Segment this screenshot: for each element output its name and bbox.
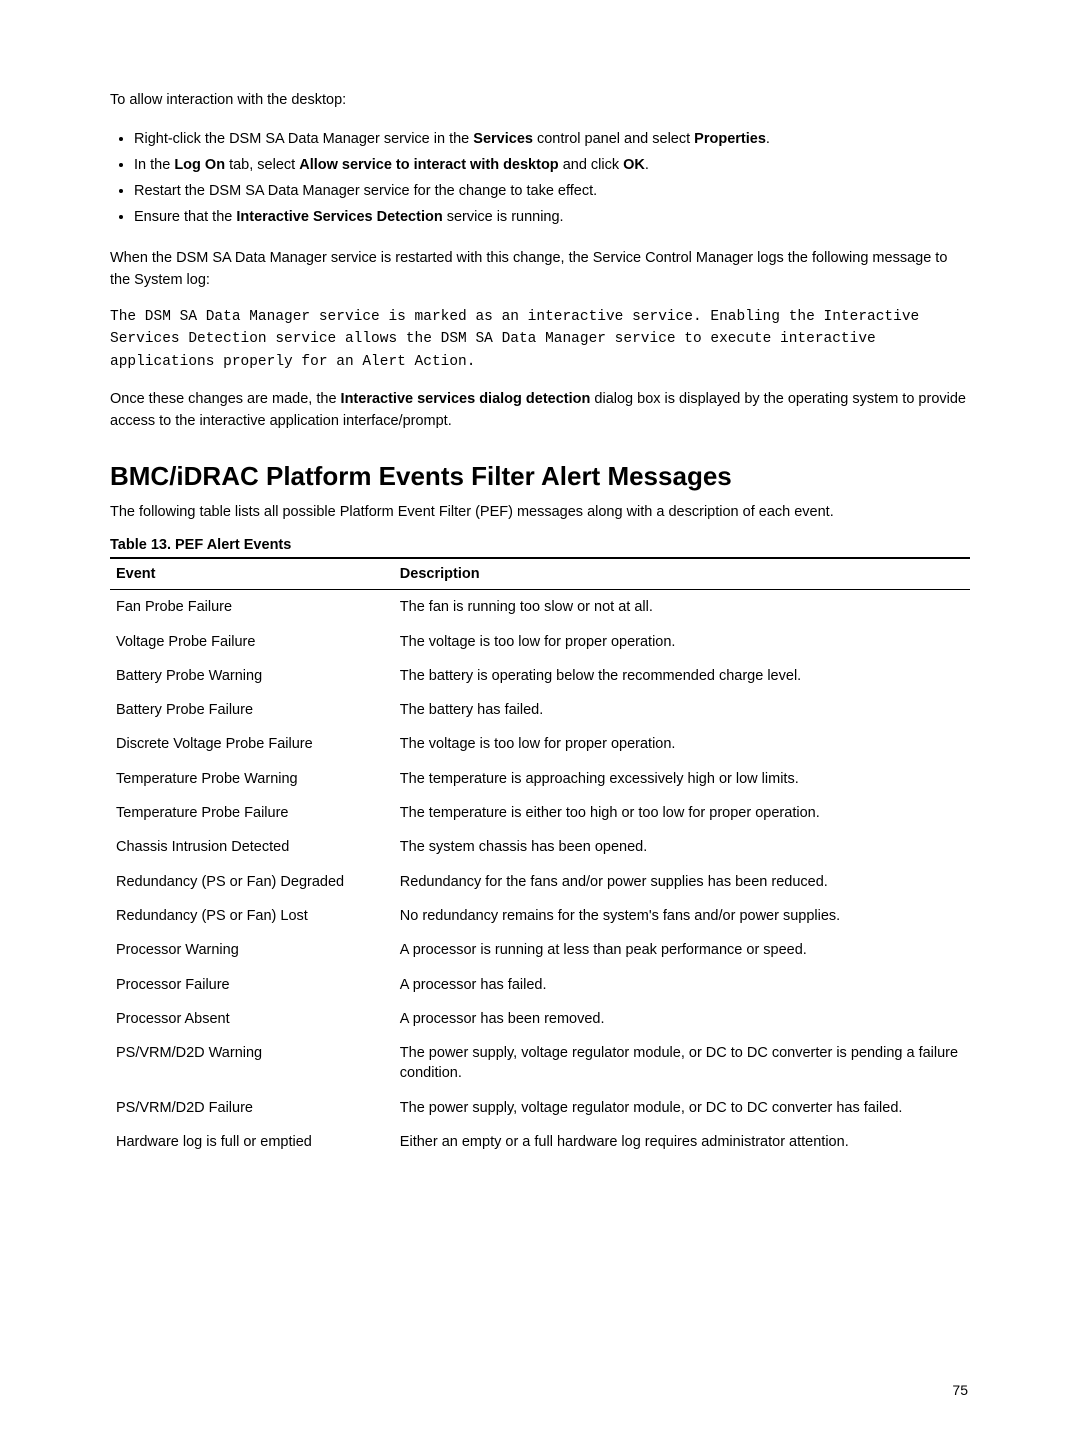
table-cell-description: The power supply, voltage regulator modu…	[394, 1091, 970, 1125]
table-row: Voltage Probe FailureThe voltage is too …	[110, 625, 970, 659]
table-cell-event: Temperature Probe Failure	[110, 796, 394, 830]
table-cell-description: The temperature is approaching excessive…	[394, 762, 970, 796]
table-header-description: Description	[394, 558, 970, 590]
table-row: Temperature Probe WarningThe temperature…	[110, 762, 970, 796]
table-cell-event: Redundancy (PS or Fan) Lost	[110, 899, 394, 933]
table-row: Discrete Voltage Probe FailureThe voltag…	[110, 727, 970, 761]
table-caption: Table 13. PEF Alert Events	[110, 537, 970, 553]
table-cell-event: PS/VRM/D2D Failure	[110, 1091, 394, 1125]
table-row: PS/VRM/D2D FailureThe power supply, volt…	[110, 1091, 970, 1125]
table-row: PS/VRM/D2D WarningThe power supply, volt…	[110, 1036, 970, 1091]
table-cell-description: No redundancy remains for the system's f…	[394, 899, 970, 933]
section-heading: BMC/iDRAC Platform Events Filter Alert M…	[110, 461, 970, 492]
table-cell-description: The system chassis has been opened.	[394, 830, 970, 864]
table-cell-description: A processor is running at less than peak…	[394, 933, 970, 967]
table-row: Hardware log is full or emptiedEither an…	[110, 1125, 970, 1159]
table-row: Processor WarningA processor is running …	[110, 933, 970, 967]
table-cell-description: The power supply, voltage regulator modu…	[394, 1036, 970, 1091]
table-cell-description: The voltage is too low for proper operat…	[394, 625, 970, 659]
table-row: Redundancy (PS or Fan) DegradedRedundanc…	[110, 865, 970, 899]
table-cell-event: Chassis Intrusion Detected	[110, 830, 394, 864]
table-cell-description: The battery has failed.	[394, 693, 970, 727]
bullet-item: In the Log On tab, select Allow service …	[134, 152, 970, 178]
code-block: The DSM SA Data Manager service is marke…	[110, 306, 970, 373]
section-intro: The following table lists all possible P…	[110, 502, 970, 524]
page: To allow interaction with the desktop: R…	[0, 0, 1080, 1434]
bullet-list: Right-click the DSM SA Data Manager serv…	[110, 126, 970, 230]
table-cell-event: Temperature Probe Warning	[110, 762, 394, 796]
table-cell-description: Redundancy for the fans and/or power sup…	[394, 865, 970, 899]
after-code-paragraph: Once these changes are made, the Interac…	[110, 389, 970, 433]
table-cell-description: A processor has been removed.	[394, 1002, 970, 1036]
table-cell-event: PS/VRM/D2D Warning	[110, 1036, 394, 1091]
table-cell-event: Hardware log is full or emptied	[110, 1125, 394, 1159]
table-cell-event: Discrete Voltage Probe Failure	[110, 727, 394, 761]
table-cell-event: Processor Failure	[110, 968, 394, 1002]
table-cell-event: Battery Probe Warning	[110, 659, 394, 693]
bullet-item: Restart the DSM SA Data Manager service …	[134, 178, 970, 204]
table-row: Temperature Probe FailureThe temperature…	[110, 796, 970, 830]
table-row: Battery Probe WarningThe battery is oper…	[110, 659, 970, 693]
after-bullets-paragraph: When the DSM SA Data Manager service is …	[110, 248, 970, 292]
table-row: Chassis Intrusion DetectedThe system cha…	[110, 830, 970, 864]
events-table: Event Description Fan Probe FailureThe f…	[110, 557, 970, 1159]
table-header-event: Event	[110, 558, 394, 590]
table-header-row: Event Description	[110, 558, 970, 590]
page-number: 75	[952, 1382, 968, 1398]
table-cell-description: The voltage is too low for proper operat…	[394, 727, 970, 761]
table-row: Battery Probe FailureThe battery has fai…	[110, 693, 970, 727]
table-row: Processor AbsentA processor has been rem…	[110, 1002, 970, 1036]
table-cell-description: The temperature is either too high or to…	[394, 796, 970, 830]
table-cell-event: Processor Warning	[110, 933, 394, 967]
table-cell-description: The battery is operating below the recom…	[394, 659, 970, 693]
table-cell-event: Voltage Probe Failure	[110, 625, 394, 659]
table-cell-event: Processor Absent	[110, 1002, 394, 1036]
table-cell-description: The fan is running too slow or not at al…	[394, 590, 970, 625]
table-cell-description: Either an empty or a full hardware log r…	[394, 1125, 970, 1159]
bullet-item: Right-click the DSM SA Data Manager serv…	[134, 126, 970, 152]
table-row: Redundancy (PS or Fan) LostNo redundancy…	[110, 899, 970, 933]
intro-paragraph: To allow interaction with the desktop:	[110, 90, 970, 112]
bullet-item: Ensure that the Interactive Services Det…	[134, 204, 970, 230]
table-cell-event: Redundancy (PS or Fan) Degraded	[110, 865, 394, 899]
table-cell-event: Battery Probe Failure	[110, 693, 394, 727]
table-cell-description: A processor has failed.	[394, 968, 970, 1002]
table-row: Fan Probe FailureThe fan is running too …	[110, 590, 970, 625]
table-row: Processor FailureA processor has failed.	[110, 968, 970, 1002]
table-cell-event: Fan Probe Failure	[110, 590, 394, 625]
